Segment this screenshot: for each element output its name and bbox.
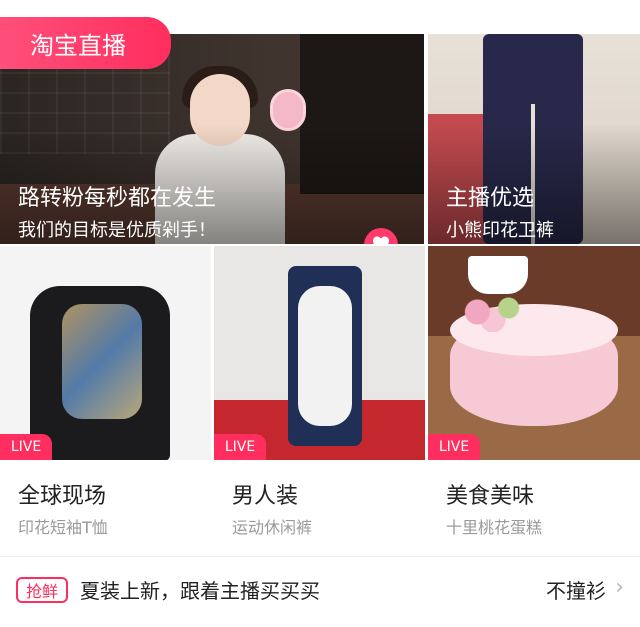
food-label[interactable]: 美食美味 十里桃花蛋糕 <box>428 462 640 554</box>
global-live-label[interactable]: 全球现场 印花短袖T恤 <box>0 462 211 554</box>
heart-icon <box>372 235 390 244</box>
anchor-picks-title: 主播优选 <box>446 186 535 211</box>
menswear-subtitle: 运动休闲裤 <box>232 518 313 537</box>
promo-text: 夏装上新，跟着主播买买买 <box>80 579 320 603</box>
taobao-live-tag[interactable]: 淘宝直播 <box>0 17 171 69</box>
menswear-label[interactable]: 男人装 运动休闲裤 <box>214 462 425 554</box>
global-live-subtitle: 印花短袖T恤 <box>18 518 108 537</box>
food-coffee-cup <box>468 256 528 294</box>
global-live-tile[interactable]: LIVE <box>0 246 211 460</box>
hero-subtitle: 我们的目标是优质剁手！ <box>18 220 216 241</box>
menswear-title: 男人装 <box>232 484 299 509</box>
food-cake-flowers <box>454 292 532 332</box>
live-badge: LIVE <box>214 434 266 460</box>
promo-right-text: 不撞衫 <box>546 579 606 603</box>
anchor-picks-subtitle: 小熊印花卫裤 <box>446 220 554 241</box>
food-tile[interactable]: LIVE <box>428 246 640 460</box>
menswear-tile[interactable]: LIVE <box>214 246 425 460</box>
global-live-title: 全球现场 <box>18 484 107 509</box>
chevron-right-icon: › <box>615 575 624 600</box>
global-live-tshirt-print <box>62 304 142 419</box>
promo-bar[interactable]: 抢鲜 夏装上新，跟着主播买买买 不撞衫 › <box>0 557 640 627</box>
menswear-jeans-print <box>298 286 352 426</box>
live-badge: LIVE <box>428 434 480 460</box>
food-subtitle: 十里桃花蛋糕 <box>446 518 543 537</box>
fresh-badge: 抢鲜 <box>16 577 69 603</box>
food-title: 美食美味 <box>446 484 535 509</box>
live-badge: LIVE <box>0 434 52 460</box>
taobao-live-tag-label: 淘宝直播 <box>30 31 126 60</box>
hero-title: 路转粉每秒都在发生 <box>18 186 217 211</box>
anchor-picks-tile[interactable]: 主播优选 小熊印花卫裤 <box>428 34 640 244</box>
